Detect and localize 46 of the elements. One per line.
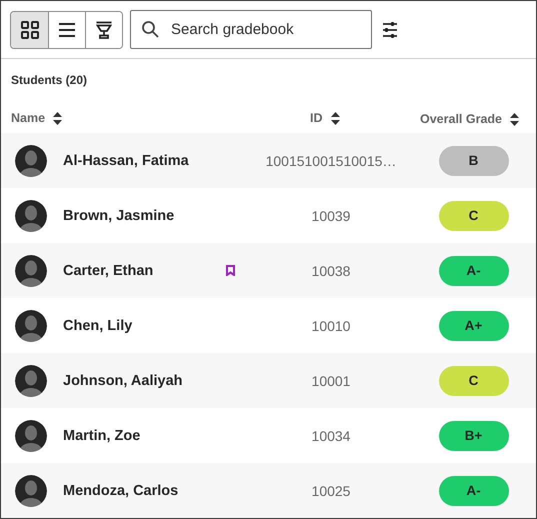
filter-settings-button[interactable] [382, 20, 398, 38]
student-row[interactable]: Johnson, Aaliyah 10001 C [1, 353, 536, 408]
sort-icon [53, 112, 62, 125]
grade-pill[interactable]: C [438, 366, 508, 396]
avatar-icon [15, 310, 47, 342]
avatar-icon [15, 200, 47, 232]
column-header[interactable]: Overall Grade [420, 112, 519, 126]
grade-pill[interactable]: B [438, 146, 508, 176]
avatar-icon [15, 144, 47, 176]
grade-pill[interactable]: A- [438, 256, 508, 286]
student-id: 10025 [310, 482, 352, 498]
search-field[interactable]: Search gradebook [130, 10, 372, 49]
student-row[interactable]: Carter, Ethan 10038 A- [1, 243, 536, 298]
student-name: Chen, Lily [63, 318, 134, 334]
avatar-icon [15, 364, 47, 396]
sort-icon [330, 112, 340, 125]
avatar-icon [15, 474, 47, 506]
student-id: 10034 [310, 428, 352, 444]
avatar-icon [15, 254, 47, 286]
student-name: Johnson, Aaliyah [63, 372, 184, 388]
student-name: Al-Hassan, Fatima [63, 152, 190, 168]
avatar-icon [15, 420, 47, 452]
grade-pill[interactable]: A+ [438, 310, 508, 340]
student-id: 10039 [310, 208, 352, 224]
grade-pill[interactable]: A- [438, 476, 508, 506]
grade-pill[interactable]: C [438, 200, 508, 230]
student-name: Martin, Zoe [63, 428, 142, 444]
section-title: Students (20) [10, 72, 88, 89]
student-id: 100151001510015… [264, 152, 398, 168]
column-header[interactable]: ID [310, 111, 340, 126]
sort-icon [510, 112, 519, 126]
grid-icon [20, 20, 38, 38]
student-id: 10038 [310, 262, 352, 278]
student-name: Carter, Ethan [63, 262, 154, 278]
student-row[interactable]: Al-Hassan, Fatima 100151001510015… B [1, 133, 536, 188]
column-header[interactable]: Name [11, 111, 62, 126]
student-name: Brown, Jasmine [63, 208, 176, 224]
student-id: 10001 [310, 372, 352, 388]
student-row[interactable]: Mendoza, Carlos 10025 A- [1, 463, 536, 518]
trophy-icon [95, 20, 113, 38]
grade-pill[interactable]: B+ [438, 420, 508, 450]
student-name: Mendoza, Carlos [63, 482, 180, 498]
view-toggle[interactable] [85, 12, 122, 48]
view-toggle[interactable] [11, 12, 48, 48]
student-id: 10010 [310, 318, 352, 334]
list-icon [59, 22, 75, 36]
